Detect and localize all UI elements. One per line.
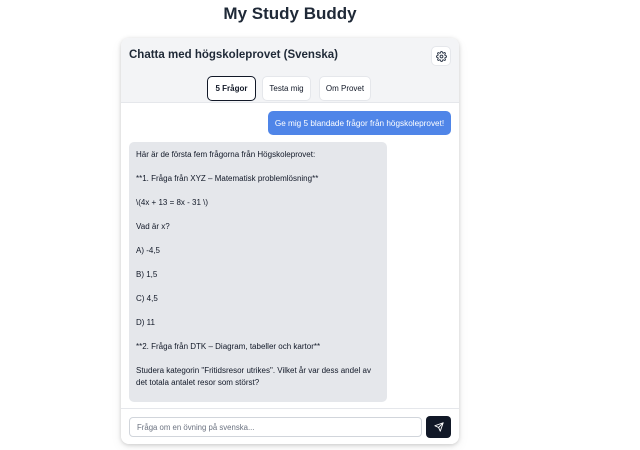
answer-option: A) -4,5 — [136, 246, 161, 255]
message-line: Vad är x? — [136, 222, 170, 231]
tab-bar: 5 Frågor Testa mig Om Provet — [121, 75, 459, 103]
tab-om-provet[interactable]: Om Provet — [319, 76, 371, 101]
message-line: Studera kategorin "Fritidsresor utrikes"… — [136, 366, 371, 387]
gear-icon — [435, 50, 447, 62]
answer-option: C) 4,5 — [136, 294, 158, 303]
composer — [121, 408, 459, 444]
send-button[interactable] — [426, 416, 451, 438]
tab-5-fragor[interactable]: 5 Frågor — [207, 76, 256, 101]
send-icon — [433, 422, 444, 432]
settings-button[interactable] — [431, 46, 451, 66]
answer-option: B) 1,5 — [136, 270, 158, 279]
chat-card: Chatta med högskoleprovet (Svenska) 5 Fr… — [121, 38, 459, 444]
assistant-message: Här är de första fem frågorna från Högsk… — [129, 142, 387, 402]
answer-option: D) 11 — [136, 318, 155, 327]
chat-input[interactable] — [129, 417, 422, 437]
message-list[interactable]: Ge mig 5 blandade frågor från högskolepr… — [121, 104, 459, 408]
message-line: **2. Fråga från DTK – Diagram, tabeller … — [136, 342, 321, 351]
user-message: Ge mig 5 blandade frågor från högskolepr… — [268, 111, 451, 135]
chat-header: Chatta med högskoleprovet (Svenska) — [121, 38, 459, 75]
tab-testa-mig[interactable]: Testa mig — [262, 76, 311, 101]
message-line: **1. Fråga från XYZ – Matematisk problem… — [136, 174, 319, 183]
chat-title: Chatta med högskoleprovet (Svenska) — [129, 49, 338, 61]
message-line: Här är de första fem frågorna från Högsk… — [136, 150, 316, 159]
page-title: My Study Buddy — [223, 4, 357, 23]
message-line: \(4x + 13 = 8x - 31 \) — [136, 198, 209, 207]
